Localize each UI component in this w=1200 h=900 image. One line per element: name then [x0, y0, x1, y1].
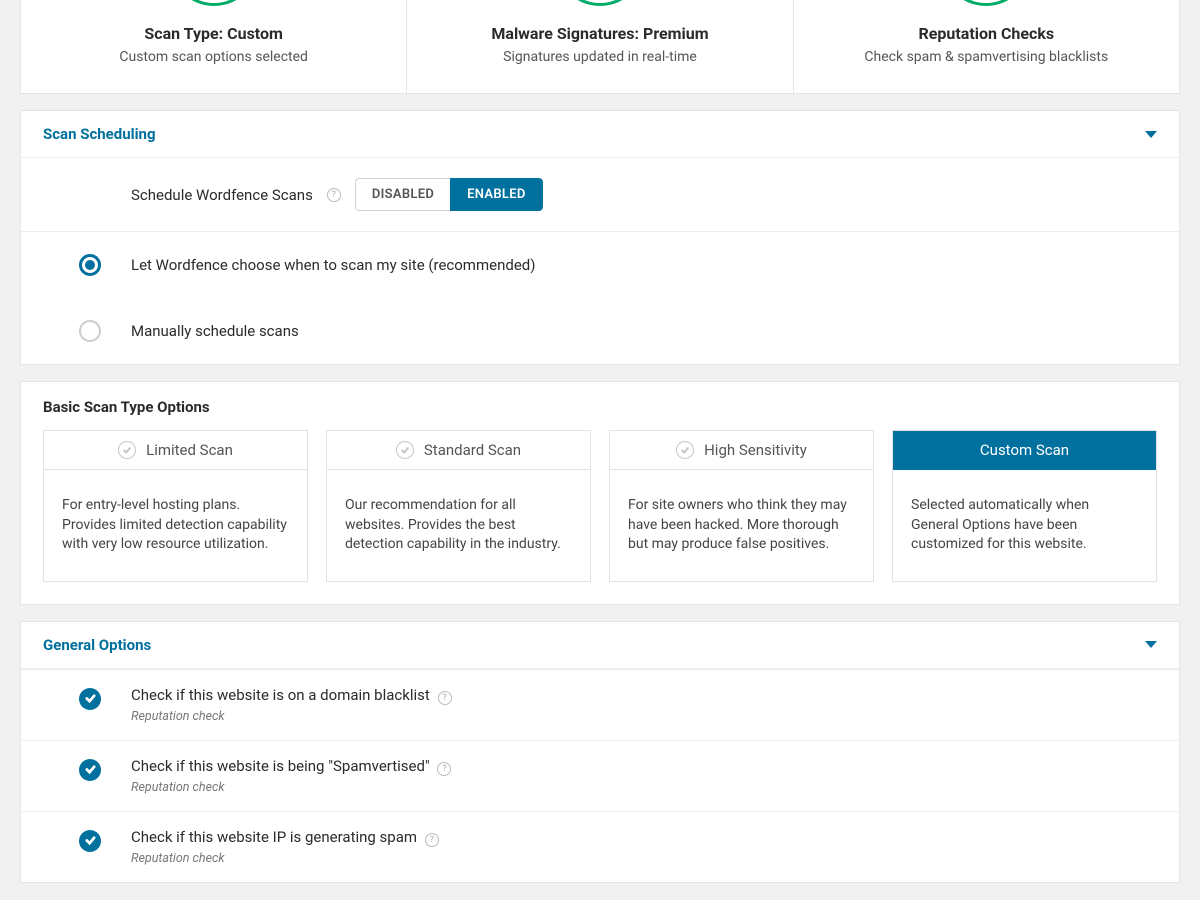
scan-type-desc: For entry-level hosting plans. Provides …: [44, 470, 307, 581]
scan-type-name: Custom Scan: [980, 441, 1069, 459]
scan-scheduling-header[interactable]: Scan Scheduling: [21, 111, 1179, 158]
scan-type-desc: Selected automatically when General Opti…: [893, 470, 1156, 581]
radio-auto-label: Let Wordfence choose when to scan my sit…: [131, 256, 535, 274]
option-checkbox[interactable]: [79, 759, 101, 781]
scan-type-desc: For site owners who think they may have …: [610, 470, 873, 581]
help-icon[interactable]: ?: [425, 833, 439, 847]
option-ip-spam[interactable]: Check if this website IP is generating s…: [21, 811, 1179, 882]
option-domain-blacklist[interactable]: Check if this website is on a domain bla…: [21, 669, 1179, 740]
status-title: Malware Signatures: Premium: [423, 24, 776, 43]
general-options-header[interactable]: General Options: [21, 622, 1179, 669]
schedule-disabled-button[interactable]: DISABLED: [355, 178, 450, 211]
radio-auto[interactable]: [79, 254, 101, 276]
schedule-manual-row[interactable]: Manually schedule scans: [21, 298, 1179, 364]
option-sublabel: Reputation check: [131, 780, 451, 795]
option-spamvertised[interactable]: Check if this website is being "Spamvert…: [21, 740, 1179, 811]
schedule-auto-row[interactable]: Let Wordfence choose when to scan my sit…: [21, 232, 1179, 298]
scan-type-name: Standard Scan: [424, 441, 521, 459]
option-label: Check if this website is on a domain bla…: [131, 686, 452, 705]
radio-manual[interactable]: [79, 320, 101, 342]
scan-type-limited[interactable]: Limited Scan For entry-level hosting pla…: [43, 430, 308, 582]
schedule-toggle-row: Schedule Wordfence Scans ? DISABLED ENAB…: [21, 158, 1179, 232]
check-icon: [676, 441, 694, 459]
check-icon: [118, 441, 136, 459]
scan-status-row: 100% Scan Type: Custom Custom scan optio…: [20, 0, 1180, 94]
status-malware-signatures: 100% Malware Signatures: Premium Signatu…: [407, 0, 793, 93]
help-icon[interactable]: ?: [437, 762, 451, 776]
scan-type-name: High Sensitivity: [704, 441, 807, 459]
status-subtitle: Custom scan options selected: [37, 49, 390, 65]
scan-type-standard[interactable]: Standard Scan Our recommendation for all…: [326, 430, 591, 582]
basic-scan-type-title: Basic Scan Type Options: [43, 398, 210, 416]
general-options-section: General Options Check if this website is…: [20, 621, 1180, 883]
progress-circle-icon: 100%: [555, 0, 645, 6]
chevron-down-icon: [1145, 641, 1157, 648]
chevron-down-icon: [1145, 131, 1157, 138]
schedule-scans-label: Schedule Wordfence Scans: [131, 186, 313, 204]
scan-scheduling-section: Scan Scheduling Schedule Wordfence Scans…: [20, 110, 1180, 365]
option-sublabel: Reputation check: [131, 851, 439, 866]
status-scan-type: 100% Scan Type: Custom Custom scan optio…: [21, 0, 407, 93]
status-title: Scan Type: Custom: [37, 24, 390, 43]
option-checkbox[interactable]: [79, 830, 101, 852]
check-icon: [396, 441, 414, 459]
schedule-toggle: DISABLED ENABLED: [355, 178, 543, 211]
scan-type-cards: Limited Scan For entry-level hosting pla…: [21, 430, 1179, 604]
scan-type-custom[interactable]: Custom Scan Selected automatically when …: [892, 430, 1157, 582]
status-subtitle: Check spam & spamvertising blacklists: [810, 49, 1163, 65]
radio-manual-label: Manually schedule scans: [131, 322, 299, 340]
help-icon[interactable]: ?: [327, 188, 341, 202]
scan-type-name: Limited Scan: [146, 441, 233, 459]
scan-type-high-sensitivity[interactable]: High Sensitivity For site owners who thi…: [609, 430, 874, 582]
option-checkbox[interactable]: [79, 688, 101, 710]
progress-circle-icon: 100%: [941, 0, 1031, 6]
help-icon[interactable]: ?: [438, 691, 452, 705]
general-options-title: General Options: [43, 636, 151, 654]
option-label: Check if this website is being "Spamvert…: [131, 757, 451, 776]
scan-type-desc: Our recommendation for all websites. Pro…: [327, 470, 590, 581]
schedule-enabled-button[interactable]: ENABLED: [450, 178, 543, 211]
status-title: Reputation Checks: [810, 24, 1163, 43]
progress-circle-icon: 100%: [169, 0, 259, 6]
scan-scheduling-title: Scan Scheduling: [43, 125, 156, 143]
basic-scan-type-section: Basic Scan Type Options Limited Scan For…: [20, 381, 1180, 605]
basic-scan-type-header: Basic Scan Type Options: [21, 382, 1179, 430]
status-reputation-checks: 100% Reputation Checks Check spam & spam…: [794, 0, 1179, 93]
status-subtitle: Signatures updated in real-time: [423, 49, 776, 65]
option-sublabel: Reputation check: [131, 709, 452, 724]
option-label: Check if this website IP is generating s…: [131, 828, 439, 847]
